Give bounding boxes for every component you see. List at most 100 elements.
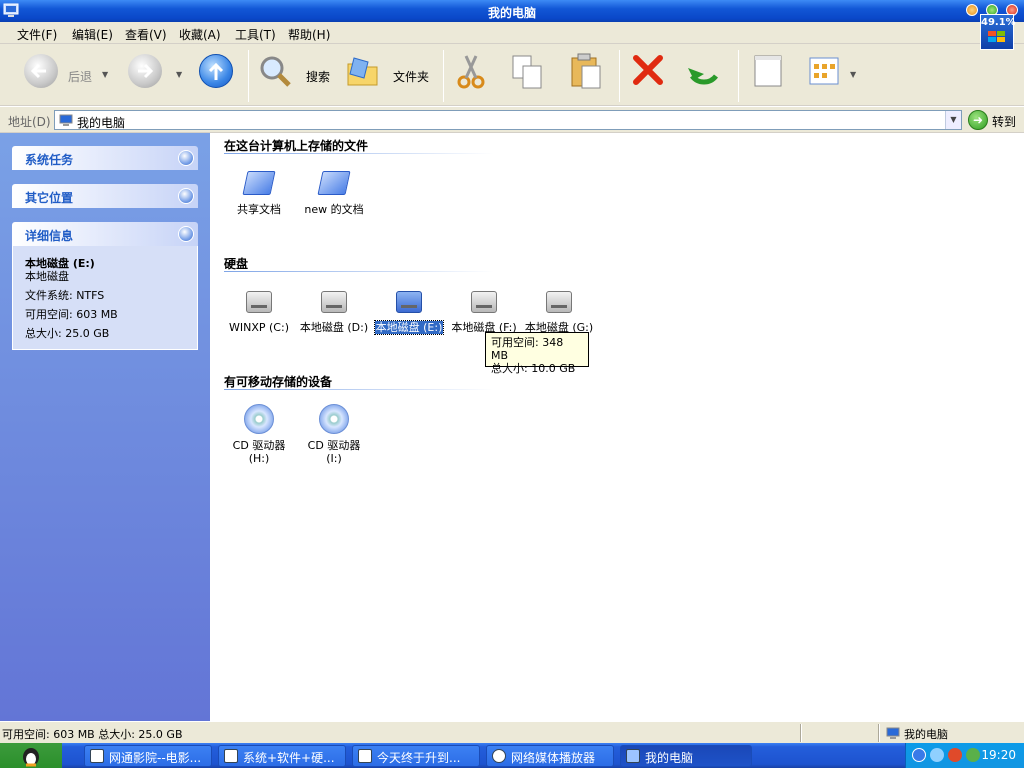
my-computer-icon [886, 727, 900, 739]
views-button[interactable]: ▼ [806, 52, 862, 96]
folders-icon [347, 57, 378, 86]
cpu-usage-widget[interactable]: 49.1% [980, 14, 1016, 50]
drive-c[interactable]: WINXP (C:) [221, 285, 297, 334]
views-dropdown-icon[interactable]: ▼ [850, 70, 856, 79]
forward-dropdown-icon[interactable]: ▼ [176, 70, 182, 79]
paste-icon [571, 53, 601, 89]
cut-button[interactable] [454, 52, 494, 96]
menu-tools[interactable]: 工具(T) [235, 26, 276, 43]
group-divider [224, 389, 494, 390]
taskbar-item-label: 我的电脑 [645, 751, 694, 765]
details-panel: 详细信息 本地磁盘 (E:) 本地磁盘 文件系统: NTFS 可用空间: 603… [12, 222, 198, 350]
security-icon[interactable] [948, 748, 962, 762]
start-button[interactable] [0, 743, 62, 768]
collapse-chevron-icon[interactable] [178, 226, 194, 242]
back-button[interactable]: 后退 ▼ [22, 52, 118, 96]
menu-edit[interactable]: 编辑(E) [72, 26, 113, 43]
network-icon[interactable] [930, 748, 944, 762]
properties-button[interactable] [751, 52, 791, 96]
user-documents-folder[interactable]: new 的文档 [296, 167, 372, 216]
go-label: 转到 [992, 115, 1017, 129]
browser-window-icon [358, 749, 372, 763]
copy-button[interactable] [509, 52, 549, 96]
taskbar-item-upgrade[interactable]: 今天终于升到... [352, 745, 480, 767]
copy-icon [512, 55, 542, 89]
cd-drive-letter: (I:) [326, 452, 342, 465]
menu-file[interactable]: 文件(F) [17, 26, 57, 43]
undo-button[interactable] [686, 52, 726, 96]
antivirus-icon[interactable] [966, 748, 980, 762]
taskbar-item-movie[interactable]: 网通影院--电影... [84, 745, 212, 767]
go-button[interactable]: ➜ 转到 [966, 109, 1022, 131]
removable-group-title: 有可移动存储的设备 [224, 375, 333, 389]
taskbar-item-software[interactable]: 系统+软件+硬... [218, 745, 346, 767]
paste-button[interactable] [568, 52, 608, 96]
menu-favorites[interactable]: 收藏(A) [179, 26, 221, 43]
folder-icon [242, 167, 276, 199]
expand-chevron-icon[interactable] [178, 188, 194, 204]
status-bar: 可用空间: 603 MB 总大小: 25.0 GB 我的电脑 [0, 721, 1024, 743]
system-tasks-panel[interactable]: 系统任务 [12, 146, 198, 170]
toolbar-separator [443, 50, 444, 102]
cd-drive-icon [243, 403, 275, 435]
drive-d[interactable]: 本地磁盘 (D:) [296, 285, 372, 334]
taskbar: 网通影院--电影... 系统+软件+硬... 今天终于升到... 网络媒体播放器… [0, 743, 1024, 768]
hard-drive-icon [393, 285, 425, 317]
cd-drive-label: CD 驱动器 [232, 439, 286, 452]
system-tasks-title: 系统任务 [25, 153, 74, 167]
drive-g[interactable]: 本地磁盘 (G:) [521, 285, 597, 334]
menu-help[interactable]: 帮助(H) [288, 26, 330, 43]
browser-window-icon [224, 749, 238, 763]
back-arrow-tray-icon[interactable] [912, 748, 926, 762]
taskbar-item-my-computer[interactable]: 我的电脑 [620, 745, 752, 767]
status-text: 可用空间: 603 MB 总大小: 25.0 GB [2, 728, 183, 741]
delete-x-icon [633, 55, 663, 85]
files-group-title: 在这台计算机上存储的文件 [224, 139, 369, 153]
forward-button[interactable]: ▼ [126, 52, 186, 96]
cd-drive-label: CD 驱动器 [307, 439, 361, 452]
drive-e[interactable]: 本地磁盘 (E:) [371, 285, 447, 335]
cd-drive-i[interactable]: CD 驱动器 (I:) [296, 403, 372, 465]
cd-drive-letter: (H:) [248, 452, 270, 465]
toolbar: 后退 ▼ ▼ 搜索 文件夹 ▼ [0, 44, 1024, 106]
views-icon [809, 57, 839, 85]
search-icon [260, 56, 291, 87]
toolbar-separator [738, 50, 739, 102]
properties-icon [754, 55, 782, 87]
status-location: 我的电脑 [904, 728, 948, 741]
system-tasks-header[interactable]: 系统任务 [12, 146, 198, 170]
expand-chevron-icon[interactable] [178, 150, 194, 166]
hard-drive-icon [318, 285, 350, 317]
cd-drive-h[interactable]: CD 驱动器 (H:) [221, 403, 297, 465]
title-bar[interactable]: 我的电脑 [0, 0, 1024, 22]
folder-label: new 的文档 [304, 203, 364, 216]
other-places-header[interactable]: 其它位置 [12, 184, 198, 208]
cpu-usage-value: 49.1% [981, 17, 1016, 28]
minimize-button[interactable] [966, 4, 978, 16]
search-button[interactable]: 搜索 [258, 52, 338, 96]
taskbar-item-media-player[interactable]: 网络媒体播放器 [486, 745, 614, 767]
shared-documents-folder[interactable]: 共享文档 [221, 167, 297, 216]
menu-view[interactable]: 查看(V) [125, 26, 167, 43]
my-computer-icon [626, 749, 640, 763]
details-header[interactable]: 详细信息 [12, 222, 198, 246]
qq-penguin-icon [23, 748, 39, 767]
address-dropdown-icon[interactable]: ▼ [945, 111, 961, 129]
task-pane: 系统任务 其它位置 详细信息 本地磁盘 (E:) 本地磁盘 文件系统: NTFS… [0, 133, 210, 721]
search-label: 搜索 [306, 70, 331, 84]
details-filesystem: 文件系统: NTFS [25, 289, 105, 302]
browser-window-icon [90, 749, 104, 763]
address-input[interactable]: 我的电脑 ▼ [54, 110, 962, 130]
forward-arrow-icon [128, 54, 162, 88]
other-places-panel[interactable]: 其它位置 [12, 184, 198, 208]
folders-button[interactable]: 文件夹 [344, 52, 436, 96]
toolbar-separator [248, 50, 249, 102]
up-button[interactable] [196, 52, 240, 96]
details-title: 详细信息 [25, 229, 74, 243]
back-dropdown-icon[interactable]: ▼ [102, 70, 108, 79]
hard-drive-icon [243, 285, 275, 317]
drive-f[interactable]: 本地磁盘 (F:) [446, 285, 522, 334]
address-value: 我的电脑 [77, 116, 126, 130]
delete-button[interactable] [630, 52, 670, 96]
drive-label: 本地磁盘 (E:) [373, 320, 445, 335]
